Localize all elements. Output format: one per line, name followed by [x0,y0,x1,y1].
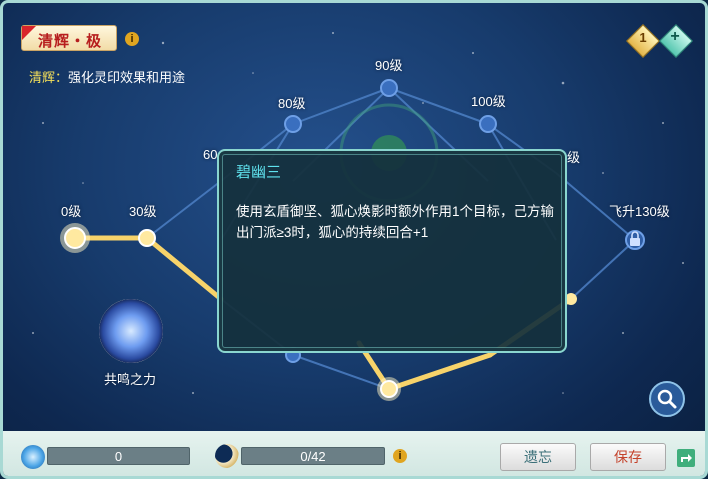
realm-description: 清辉：强化灵印效果和用途 [29,67,185,86]
skill-tooltip: 碧幽三 使用玄盾御坚、狐心焕影时额外作用1个目标，己方输出门派≥3时，狐心的持续… [217,149,567,353]
tooltip-body: 使用玄盾御坚、狐心焕影时额外作用1个目标，己方输出门派≥3时，狐心的持续回合+1 [236,204,555,240]
level-label-110: 级 [567,150,581,165]
level-label-0: 0级 [61,204,82,219]
bottom-bar: 0 0/42 i 遗忘 保存 [3,431,705,476]
tooltip-title: 碧幽三 [236,164,282,181]
resource-progress-text: 0 [114,449,123,464]
resonance-label: 共鸣之力 [104,372,157,387]
badge-corner-ribbon [22,26,36,40]
node-0[interactable] [64,227,86,249]
info-icon[interactable]: i [393,449,407,463]
node-80[interactable] [284,115,302,133]
node-bottom[interactable] [380,380,398,398]
swirl-icon [21,445,45,469]
node-90[interactable] [380,79,398,97]
moon-progress-bar: 0/42 [241,447,385,465]
resonance-orb-icon[interactable] [99,299,163,363]
plus-icon: + [670,28,680,45]
level-label-100: 100级 [471,94,506,109]
search-button[interactable] [649,381,685,417]
point-count: 1 [639,30,647,45]
save-button[interactable]: 保存 [590,443,666,471]
level-label-60: 60 [203,147,218,162]
resource-progress-bar: 0 [47,447,190,465]
level-label-80: 80级 [278,96,306,111]
share-icon[interactable] [677,449,695,467]
skill-tree-window: 清辉・极 i 清辉：强化灵印效果和用途 90级 80级 100级 60 级 0级… [0,0,708,479]
info-icon[interactable]: i [125,32,139,46]
level-label-130: 飞升130级 [609,204,670,219]
realm-title-badge: 清辉・极 [21,25,117,51]
forget-button[interactable]: 遗忘 [500,443,576,471]
level-label-90: 90级 [375,58,403,73]
realm-title: 清辉・极 [38,33,103,50]
share-arrow-glyph [681,454,692,462]
description-text: 强化灵印效果和用途 [68,70,186,85]
moon-progress-text: 0/42 [300,449,326,464]
level-label-30: 30级 [129,204,157,219]
search-icon [657,389,677,409]
moon-icon [215,444,239,468]
node-30[interactable] [138,229,156,247]
node-100[interactable] [479,115,497,133]
description-keyword: 清辉： [29,70,69,85]
